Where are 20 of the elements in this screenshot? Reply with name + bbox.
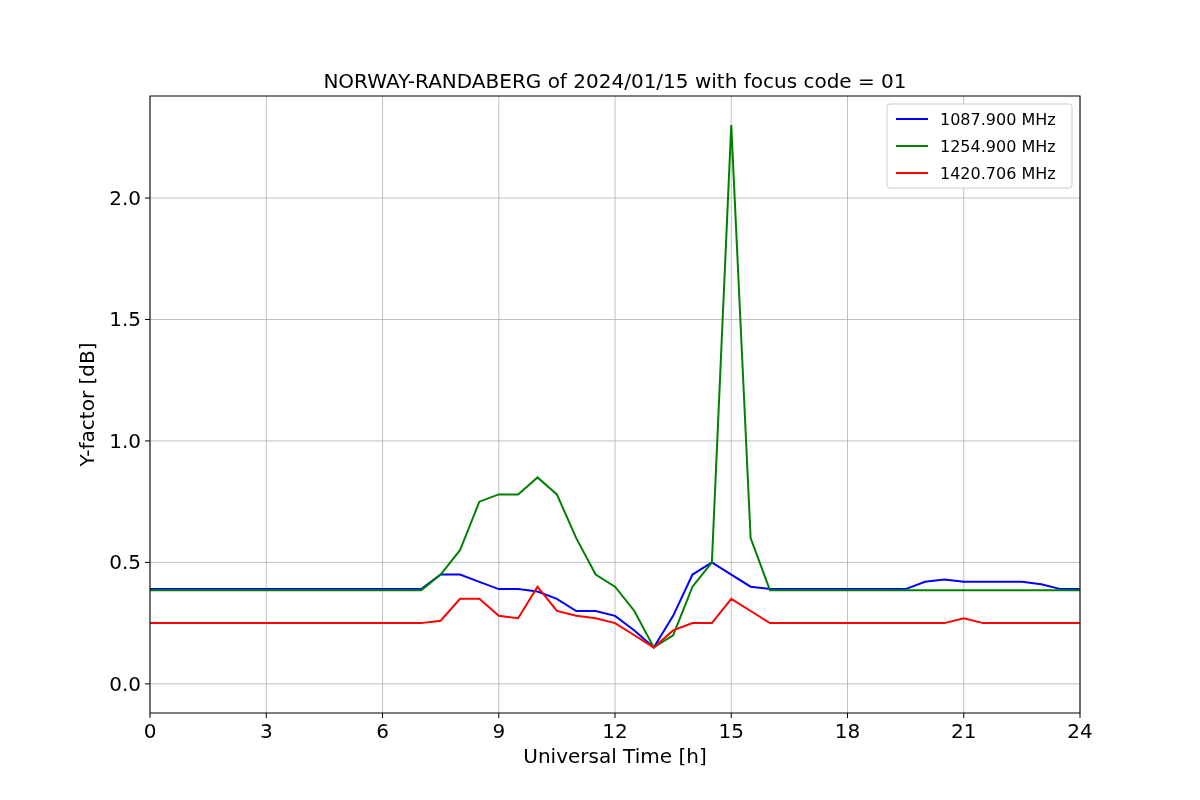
legend-label: 1420.706 MHz [940, 164, 1056, 183]
tick-label: 2.0 [109, 186, 141, 210]
chart-title: NORWAY-RANDABERG of 2024/01/15 with focus code = 01 [323, 69, 907, 93]
tick-label: 12 [602, 719, 628, 743]
tick-label: 1.0 [109, 428, 141, 453]
legend-label: 1087.900 MHz [940, 110, 1056, 129]
tick-label: 0 [143, 719, 157, 743]
tick-label: 0.0 [109, 671, 141, 696]
tick-label: 1.5 [109, 307, 141, 332]
axis-label: Y-factor [dB] [75, 342, 99, 467]
tick-label: 3 [259, 719, 273, 743]
tick-label: 9 [492, 719, 506, 743]
axis-label: Universal Time [h] [523, 744, 707, 768]
tick-label: 6 [376, 719, 389, 743]
tick-label: 21 [951, 719, 977, 743]
tick-label: 0.5 [109, 550, 141, 575]
legend-label: 1254.900 MHz [940, 137, 1056, 156]
tick-label: 24 [1067, 719, 1093, 743]
tick-label: 18 [834, 719, 861, 743]
tick-label: 15 [718, 719, 744, 743]
